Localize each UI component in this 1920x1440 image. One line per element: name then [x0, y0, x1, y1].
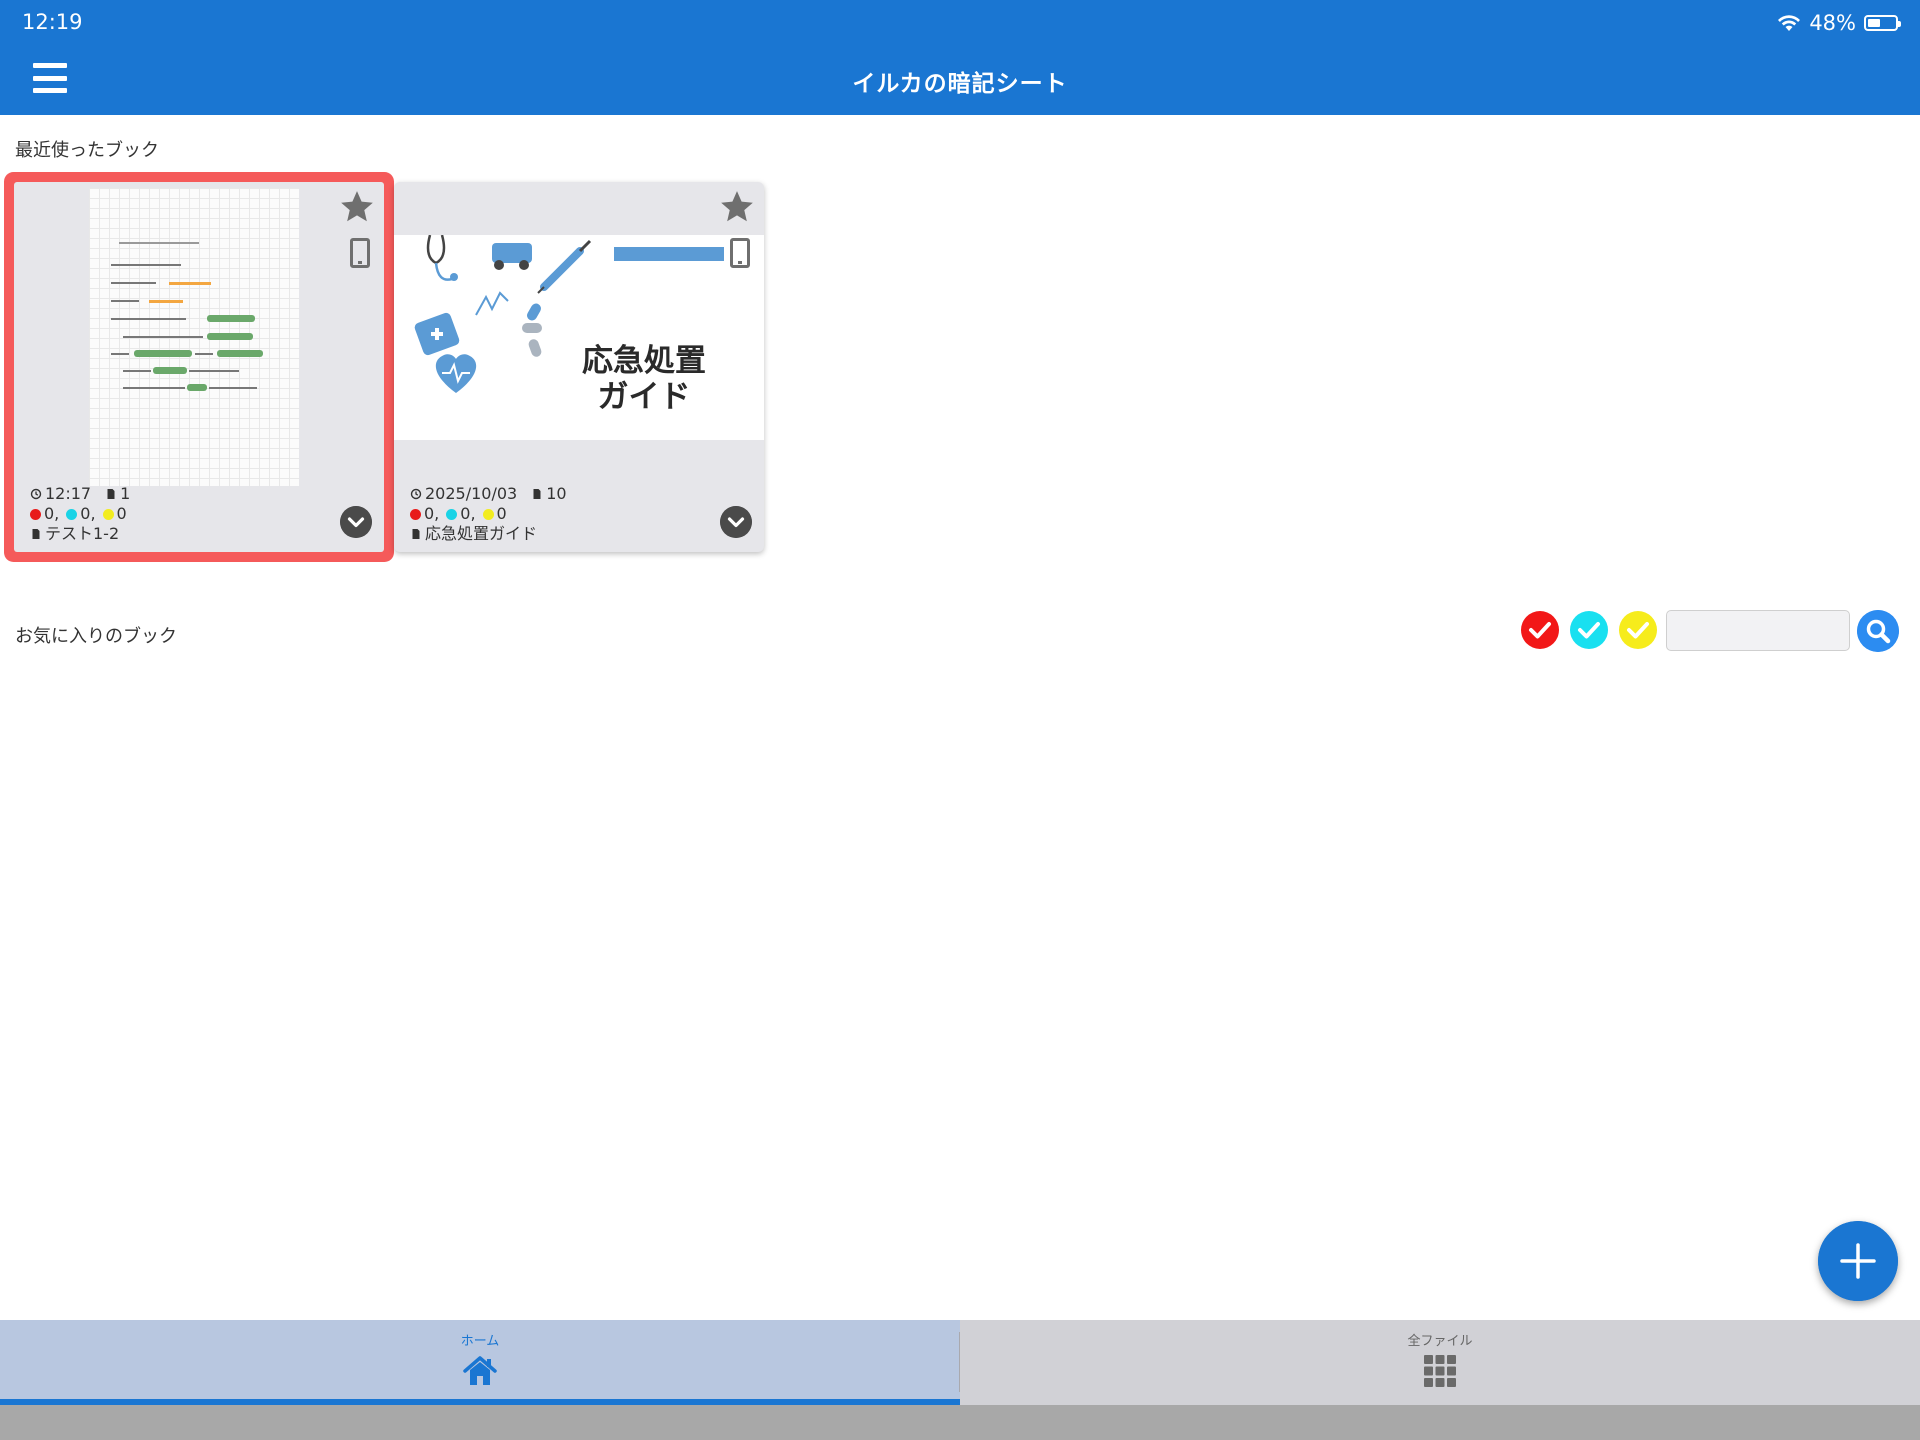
book-meta: 2025/10/03 10 0, 0, 0 応急処置ガイド [410, 484, 567, 544]
history-icon [410, 488, 422, 500]
book-name: テスト1-2 [45, 524, 120, 543]
grid-icon [1424, 1355, 1456, 1387]
book-thumbnail: 応急処置ガイド [394, 235, 764, 440]
last-opened: 12:17 [45, 484, 92, 503]
chevron-down-icon[interactable] [340, 506, 372, 538]
tab-bar: ホーム 全ファイル [0, 1320, 1920, 1405]
device-icon [350, 238, 370, 268]
yellow-check-icon [482, 508, 494, 520]
cyan-check-icon [66, 508, 78, 520]
recent-books-label: 最近使ったブック [15, 140, 159, 161]
cyan-check-icon [446, 508, 458, 520]
yellow-count: 0 [496, 504, 507, 523]
cyan-count: 0, [80, 504, 96, 523]
yellow-check-filter-icon[interactable] [1618, 610, 1658, 650]
status-indicators: 48% [1777, 10, 1901, 36]
thumbnail-title: 応急処置ガイド [582, 343, 706, 415]
favorite-books-label: お気に入りのブック [15, 626, 177, 647]
tab-home-label: ホーム [460, 1334, 500, 1349]
book-thumbnail [89, 188, 299, 486]
search-icon[interactable] [1857, 610, 1899, 652]
red-check-icon [30, 508, 41, 520]
tab-all-files-label: 全ファイル [1407, 1334, 1473, 1349]
history-icon [30, 488, 42, 500]
cyan-count: 0, [460, 504, 476, 523]
yellow-count: 0 [116, 504, 127, 523]
star-icon[interactable] [338, 188, 376, 226]
tab-all-files[interactable]: 全ファイル [960, 1320, 1920, 1405]
status-time: 12:19 [22, 10, 83, 34]
red-count: 0, [424, 504, 440, 523]
yellow-check-icon [102, 508, 114, 520]
page-title: イルカの暗記シート [852, 71, 1068, 97]
book-card[interactable]: 12:17 1 0, 0, 0 テスト1-2 [14, 182, 384, 552]
red-check-filter-icon[interactable] [1520, 610, 1560, 650]
file-icon [412, 529, 420, 539]
bottom-safe-area [0, 1405, 1920, 1440]
app-header: 12:19 48% イルカの暗記シート [0, 0, 1920, 115]
page-icon [533, 489, 541, 499]
cyan-check-filter-icon[interactable] [1569, 610, 1609, 650]
page-count: 1 [120, 484, 131, 503]
book-card[interactable]: 応急処置ガイド 2025/10/03 10 0, 0, 0 応急処置ガイド [394, 182, 764, 552]
wifi-icon [1778, 15, 1801, 31]
red-count: 0, [44, 504, 60, 523]
page-icon [107, 489, 115, 499]
battery-level [1868, 19, 1880, 27]
file-icon [32, 529, 40, 539]
add-book-button[interactable] [1818, 1221, 1898, 1301]
book-name: 応急処置ガイド [425, 524, 538, 543]
page-count: 10 [546, 484, 567, 503]
battery-icon [1864, 15, 1901, 31]
device-icon [730, 238, 750, 268]
home-icon [463, 1356, 497, 1385]
tab-home[interactable]: ホーム [0, 1320, 960, 1405]
battery-percent: 48% [1809, 11, 1856, 35]
chevron-down-icon[interactable] [720, 506, 752, 538]
last-opened: 2025/10/03 [425, 484, 518, 503]
star-icon[interactable] [718, 188, 756, 226]
red-check-icon [410, 508, 421, 520]
book-meta: 12:17 1 0, 0, 0 テスト1-2 [30, 484, 130, 544]
search-input[interactable] [1666, 610, 1850, 651]
